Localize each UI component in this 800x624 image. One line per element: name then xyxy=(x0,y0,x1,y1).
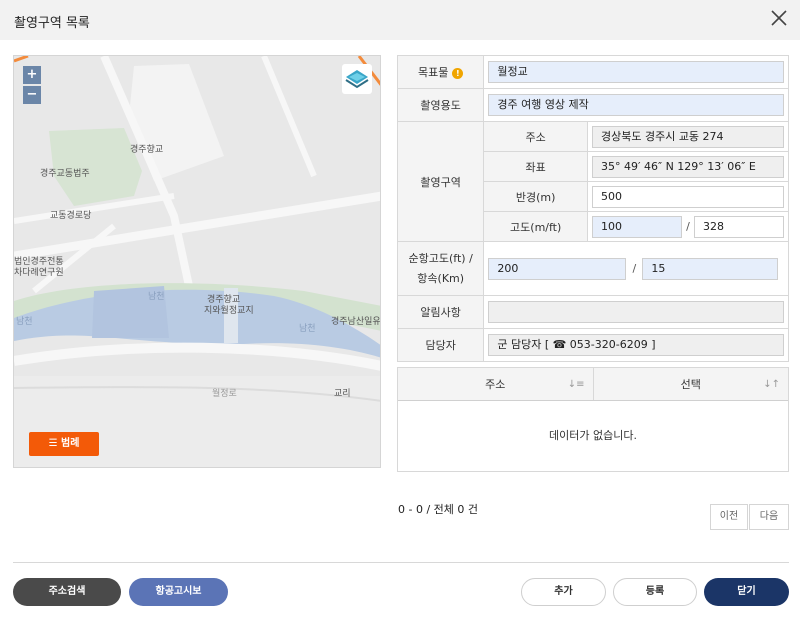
map-label: 차다례연구원 xyxy=(14,268,64,278)
close-icon[interactable] xyxy=(768,7,790,29)
map-label: 경주교동법주 xyxy=(40,169,90,179)
map-label: 지와월정교지 xyxy=(204,306,254,316)
address-field: 경상북도 경주시 교동 274 xyxy=(591,125,784,148)
cruise-speed-input[interactable]: 15 xyxy=(642,257,779,280)
cruise-label-line2: 항속(Km) xyxy=(417,271,465,285)
column-label: 주소 xyxy=(485,378,506,391)
grid-header: 주소 ↓≡ 선택 ↓↑ xyxy=(398,368,788,401)
map-label: 월정로 xyxy=(212,389,237,399)
map-label: 경주향교 xyxy=(130,145,164,155)
target-label-cell: 목표물! xyxy=(396,55,485,89)
dialog-titlebar: 촬영구역 목록 xyxy=(0,0,800,40)
warning-icon: ! xyxy=(452,67,464,79)
map-label: 교리 xyxy=(334,389,351,399)
target-label: 목표물 xyxy=(417,66,449,79)
column-header-address[interactable]: 주소 ↓≡ xyxy=(398,368,594,400)
cruise-altitude-input[interactable]: 200 xyxy=(488,257,627,280)
map-view[interactable]: 경주향교 경주교동법주 교동경로당 법인경주전통 차다례연구원 경주향교 지와월… xyxy=(13,55,381,468)
menu-icon: ☰ xyxy=(48,438,62,449)
empty-message: 데이터가 없습니다. xyxy=(549,429,637,442)
footer-divider xyxy=(13,562,789,563)
dialog-title: 촬영구역 목록 xyxy=(14,16,90,31)
map-background xyxy=(14,56,380,467)
address-grid: 주소 ↓≡ 선택 ↓↑ 데이터가 없습니다. xyxy=(397,367,789,472)
coord-label: 좌표 xyxy=(483,151,588,182)
altitude-m-input[interactable]: 100 xyxy=(591,215,682,238)
cruise-label-line1: 순항고도(ft) / xyxy=(408,251,473,265)
legend-label: 범례 xyxy=(61,438,80,449)
separator: / xyxy=(686,220,690,233)
map-label: 남천 xyxy=(148,292,165,302)
separator: / xyxy=(632,262,637,275)
sort-icon[interactable]: ↓≡ xyxy=(568,368,585,401)
notice-field xyxy=(488,301,784,323)
manager-field: 군 담당자 [ ☎ 053-320-6209 ] xyxy=(488,334,784,356)
map-label: 교동경로당 xyxy=(50,211,92,221)
target-input[interactable]: 월정교 xyxy=(488,61,784,83)
next-page-button[interactable]: 다음 xyxy=(749,504,789,530)
close-button[interactable]: 닫기 xyxy=(704,578,789,606)
notice-label: 알림사항 xyxy=(396,295,485,329)
layers-button[interactable] xyxy=(342,64,372,94)
map-label: 남천 xyxy=(299,324,316,334)
altitude-label: 고도(m/ft) xyxy=(483,211,588,242)
radius-input[interactable]: 500 xyxy=(591,185,784,208)
shooting-info-table: 목표물! 월정교 촬영용도 경주 여행 영상 제작 촬영구역 주소 경상북도 경… xyxy=(396,55,790,362)
address-search-button[interactable]: 주소검색 xyxy=(13,578,121,606)
cruise-label-cell: 순항고도(ft) / 항속(Km) xyxy=(396,241,485,296)
legend-button[interactable]: ☰ 범례 xyxy=(29,432,99,456)
sort-icon[interactable]: ↓↑ xyxy=(763,368,780,401)
aviation-notice-button[interactable]: 항공고시보 xyxy=(129,578,228,606)
map-label: 경주남산일유 xyxy=(331,317,381,327)
radius-label: 반경(m) xyxy=(483,181,588,212)
purpose-label: 촬영용도 xyxy=(396,88,485,122)
zoom-in-button[interactable]: + xyxy=(23,66,41,84)
purpose-input[interactable]: 경주 여행 영상 제작 xyxy=(488,94,784,116)
manager-label: 담당자 xyxy=(396,328,485,362)
column-header-select[interactable]: 선택 ↓↑ xyxy=(594,368,789,400)
register-button[interactable]: 등록 xyxy=(613,578,697,606)
altitude-ft-field[interactable]: 328 xyxy=(693,215,784,238)
page-info: 0 - 0 / 전체 0 건 xyxy=(398,503,479,516)
column-label: 선택 xyxy=(680,378,701,391)
add-button[interactable]: 추가 xyxy=(521,578,606,606)
coord-field: 35° 49′ 46″ N 129° 13′ 06″ E xyxy=(591,155,784,178)
zoom-out-button[interactable]: − xyxy=(23,86,41,104)
prev-page-button[interactable]: 이전 xyxy=(710,504,748,530)
layers-icon xyxy=(345,70,369,89)
area-label: 촬영구역 xyxy=(396,121,485,242)
address-label: 주소 xyxy=(483,121,588,152)
map-label: 남천 xyxy=(16,317,33,327)
